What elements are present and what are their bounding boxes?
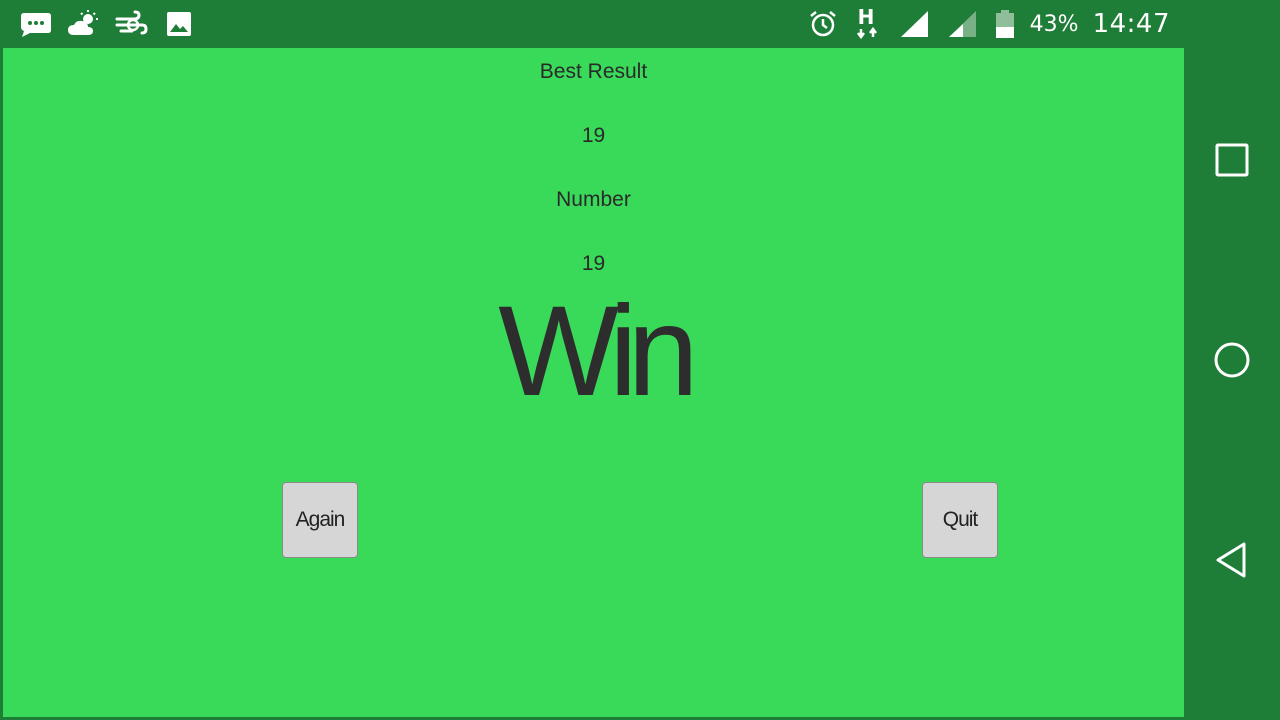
weather-icon <box>66 9 100 39</box>
quit-button[interactable]: Quit <box>922 482 998 558</box>
back-icon <box>1216 542 1246 578</box>
result-text: Win <box>498 280 698 423</box>
image-icon <box>162 9 196 39</box>
status-bar: H 43% 14:47 <box>0 0 1280 48</box>
best-result-value: 19 <box>581 124 606 147</box>
clock: 14:47 <box>1092 9 1170 39</box>
recent-apps-icon <box>1215 143 1249 177</box>
system-status: H 43% 14:47 <box>806 5 1170 40</box>
battery-percent: 43% <box>1029 11 1079 37</box>
network-type-icon: H <box>854 5 884 39</box>
phone-screen: H 43% 14:47 Best Result 19 Number 19 Win… <box>0 0 1280 720</box>
navigation-bar <box>1184 48 1280 720</box>
home-button[interactable] <box>1208 336 1256 384</box>
wind-icon <box>114 9 148 39</box>
recent-apps-button[interactable] <box>1208 136 1256 184</box>
battery-icon <box>994 9 1016 39</box>
game-area: Best Result 19 Number 19 Win Again Quit <box>3 48 1184 717</box>
signal-icon <box>898 9 932 39</box>
alarm-icon <box>806 9 840 39</box>
notification-icons <box>18 8 196 40</box>
signal-weak-icon <box>946 9 980 39</box>
number-label: Number <box>556 188 631 211</box>
number-value: 19 <box>581 252 606 275</box>
message-icon <box>18 9 52 39</box>
best-result-label: Best Result <box>539 60 648 83</box>
again-button[interactable]: Again <box>282 482 358 558</box>
back-button[interactable] <box>1208 536 1256 584</box>
home-icon <box>1214 342 1250 378</box>
